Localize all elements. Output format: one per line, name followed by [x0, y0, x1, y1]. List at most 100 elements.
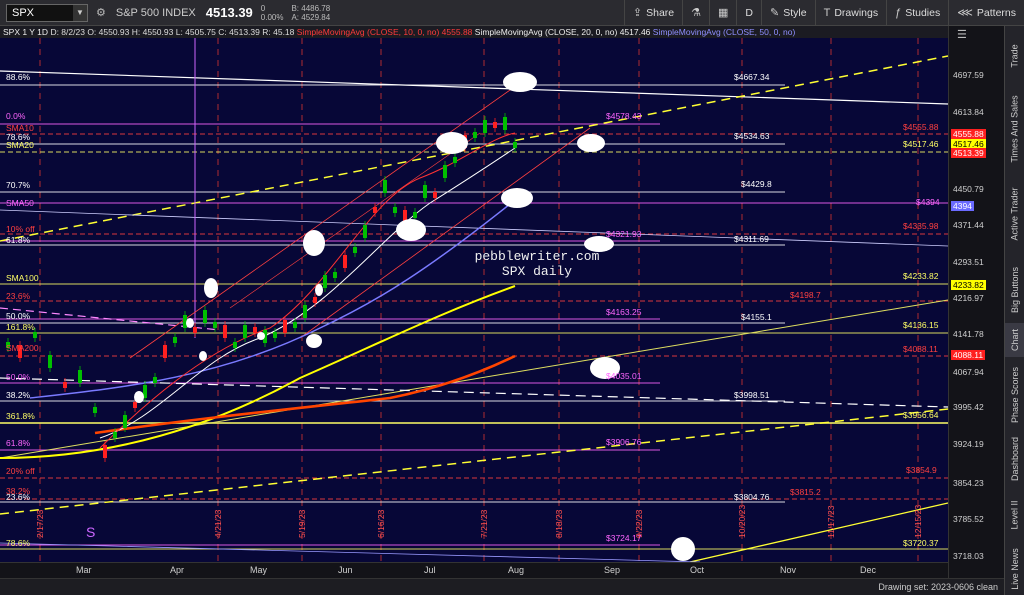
- patterns-button[interactable]: ⋘ Patterns: [948, 0, 1024, 26]
- price-axis-label: 4697.59: [953, 70, 984, 80]
- sma20-value: 4517.46: [619, 27, 651, 37]
- side-tab-label: Dashboard: [1010, 436, 1020, 482]
- flask-button[interactable]: ⚗: [682, 0, 709, 26]
- style-icon: ✎: [770, 7, 780, 19]
- period-button[interactable]: D: [736, 0, 761, 26]
- level-price-label: $4198.7: [790, 290, 821, 300]
- sma50-study[interactable]: SimpleMovingAvg (CLOSE, 50, 0, no): [653, 27, 796, 37]
- sma10-study[interactable]: SimpleMovingAvg (CLOSE, 10, 0, no): [297, 27, 440, 37]
- studies-icon: ƒ: [895, 6, 902, 19]
- menu-icon[interactable]: ☰: [957, 28, 967, 41]
- red-channel-mid: [299, 127, 591, 339]
- date-label: 11/17/23: [826, 505, 836, 538]
- candle-body: [423, 185, 427, 198]
- drawings-button[interactable]: T Drawings: [814, 0, 887, 26]
- side-tab-live-news[interactable]: Live News: [1005, 546, 1024, 591]
- side-tab-trade[interactable]: Trade: [1005, 26, 1024, 86]
- patterns-label: Patterns: [976, 6, 1016, 19]
- candle-body: [283, 320, 287, 333]
- price-axis[interactable]: ☰ 4697.594613.844531.584450.794371.44429…: [948, 26, 1004, 578]
- candle-body: [133, 402, 137, 408]
- left-label-fib236a: 23.6%: [6, 291, 31, 301]
- left-label-fib707: 70.7%: [6, 180, 31, 190]
- price-axis-label: 4216.97: [953, 293, 984, 303]
- chart-header: SPX 1 Y 1D D: 8/2/23 O: 4550.93 H: 4550.…: [0, 26, 948, 38]
- date-label: 4/21/23: [213, 509, 223, 538]
- price-axis-label: 3718.03: [953, 551, 984, 561]
- chevron-down-icon[interactable]: ▼: [73, 4, 87, 21]
- sma20-line: [99, 147, 516, 439]
- trend-lines: [0, 38, 948, 562]
- target-oval: [257, 332, 265, 340]
- side-tab-label: Active Trader: [1010, 186, 1020, 241]
- level-price-label: $3720.37: [903, 538, 939, 548]
- grid-button[interactable]: ▦: [709, 0, 736, 26]
- date-label: 10/20/23: [737, 505, 747, 538]
- candle-body: [453, 157, 457, 163]
- sma20-study[interactable]: SimpleMovingAvg (CLOSE, 20, 0, no): [475, 27, 618, 37]
- candle-body: [363, 225, 367, 238]
- candle-body: [333, 272, 337, 278]
- candle-body: [503, 117, 507, 130]
- level-price-label: $3854.9: [906, 465, 937, 475]
- left-label-fib236b: 23.6%: [6, 492, 31, 502]
- time-axis-label: Dec: [860, 565, 877, 575]
- side-tab-level-ii[interactable]: Level II: [1005, 486, 1024, 544]
- style-label: Style: [783, 6, 807, 19]
- target-oval: [671, 537, 695, 561]
- gear-icon[interactable]: ⚙: [96, 6, 106, 19]
- candle-body: [323, 275, 327, 288]
- symbol-input[interactable]: SPX ▼: [6, 3, 88, 22]
- side-tab-chart[interactable]: Chart: [1005, 323, 1024, 357]
- bid-value: B: 4486.78: [291, 3, 331, 13]
- candle-body: [313, 297, 317, 303]
- level-price-label: $3956.64: [903, 410, 939, 420]
- target-oval: [315, 284, 323, 296]
- candle-body: [193, 327, 197, 333]
- share-button[interactable]: ⇪ Share: [623, 0, 682, 26]
- level-price-label: $4136.15: [903, 320, 939, 330]
- candle-body: [493, 122, 497, 128]
- price-axis-label: 4293.51: [953, 257, 984, 267]
- sma10-value: 4555.88: [441, 27, 473, 37]
- price-chart[interactable]: pebblewriter.com SPX daily S 88.6% 0.0% SM…: [0, 38, 948, 562]
- candle-body: [33, 332, 37, 338]
- time-axis[interactable]: Mar Apr May Jun Jul Aug Sep Oct Nov Dec: [0, 562, 948, 578]
- level-price-label: $4035.01: [606, 371, 642, 381]
- blue-bottom-line: [0, 542, 701, 562]
- side-tab-phase-scores[interactable]: Phase Scores: [1005, 359, 1024, 431]
- time-axis-label: Nov: [780, 565, 797, 575]
- watermark-subtitle: SPX daily: [502, 264, 572, 279]
- side-tab-times-and-sales[interactable]: Times And Sales: [1005, 90, 1024, 168]
- target-oval: [501, 188, 533, 208]
- side-tab-active-trader[interactable]: Active Trader: [1005, 171, 1024, 256]
- price-axis-label: 4371.44: [953, 220, 984, 230]
- left-label-sma200: SMA200: [6, 343, 39, 353]
- level-price-label: $4555.88: [903, 122, 939, 132]
- left-label-sma20: SMA20: [6, 140, 34, 150]
- price-axis-label: 4141.78: [953, 329, 984, 339]
- side-tab-dashboard[interactable]: Dashboard: [1005, 434, 1024, 484]
- chart-canvas[interactable]: pebblewriter.com SPX daily S 88.6% 0.0% SM…: [0, 38, 948, 562]
- style-button[interactable]: ✎ Style: [761, 0, 815, 26]
- left-label-fib886: 88.6%: [6, 72, 31, 82]
- left-label-fib1618: 161.8%: [6, 322, 35, 332]
- period-label: D: [745, 6, 754, 19]
- date-label: 8/18/23: [554, 509, 564, 538]
- date-label: 12/15/23: [913, 505, 923, 538]
- change-value: 0: [260, 3, 266, 13]
- studies-button[interactable]: ƒ Studies: [886, 0, 948, 26]
- price-tag: 4555.88: [951, 129, 986, 139]
- level-price-label: $4335.98: [903, 221, 939, 231]
- side-tab-big-buttons[interactable]: Big Buttons: [1005, 259, 1024, 321]
- left-label-sma50: SMA50: [6, 198, 34, 208]
- side-tab-label: Level II: [1010, 500, 1020, 530]
- price-axis-label: 3924.19: [953, 439, 984, 449]
- left-label-fib0: 0.0%: [6, 111, 26, 121]
- candle-body: [293, 322, 297, 328]
- left-label-fib786b: 78.6%: [6, 538, 31, 548]
- candle-body: [173, 337, 177, 343]
- side-tab-label: Chart: [1010, 328, 1021, 352]
- bid-ask: B: 4486.78 A: 4529.84: [291, 4, 330, 22]
- target-oval: [204, 278, 218, 298]
